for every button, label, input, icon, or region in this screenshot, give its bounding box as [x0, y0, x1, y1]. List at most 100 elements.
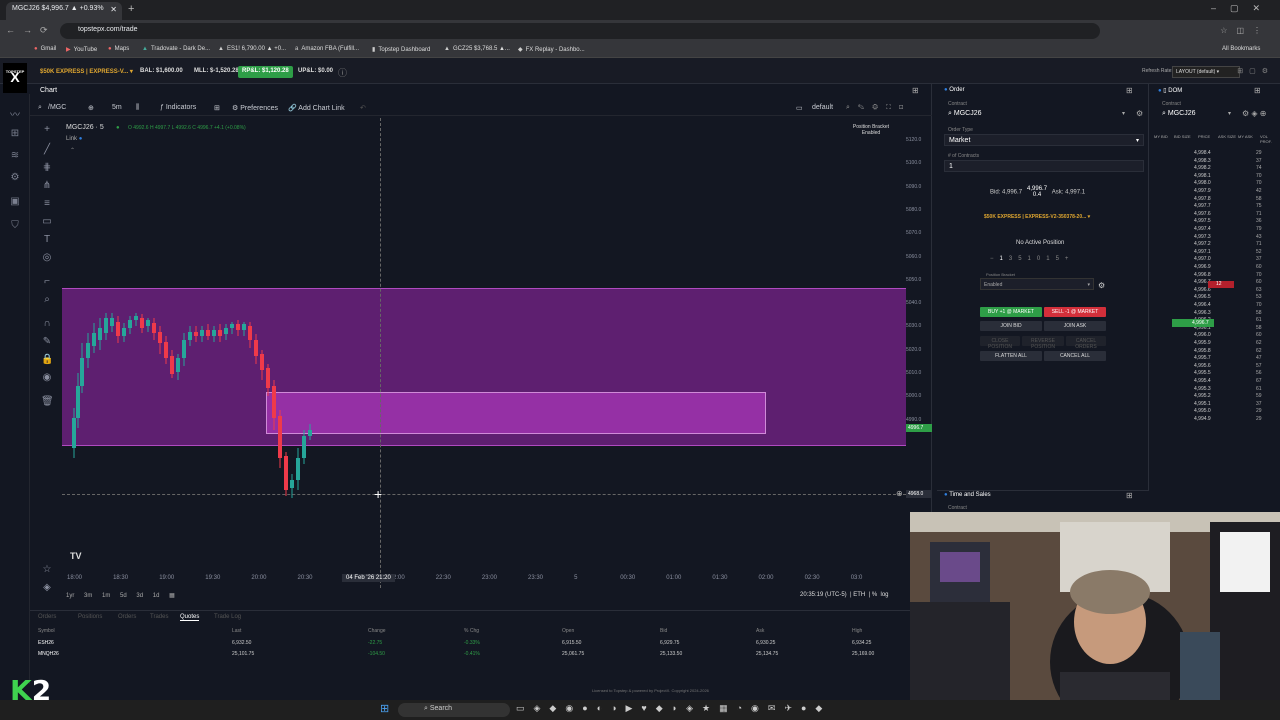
bookmark-item[interactable]: ▶ YouTube [66, 46, 97, 53]
chevron-down-icon[interactable]: ▾ [1122, 110, 1125, 117]
trash-icon[interactable]: 🗑 [41, 396, 54, 407]
join-bid-button[interactable]: JOIN BID [980, 321, 1042, 331]
col-pct-chg[interactable]: % Chg [464, 628, 479, 634]
order-account-select[interactable]: $50K EXPRESS | EXPRESS-V2-350378-20... ▾ [984, 214, 1104, 224]
buy-market-button[interactable]: BUY +1 @ MARKET [980, 307, 1042, 317]
bookmark-item[interactable]: ▲ ES1! 6,790.00 ▲ +0... [218, 46, 286, 52]
col-symbol[interactable]: Symbol [38, 628, 55, 634]
order-type-select[interactable]: Market ▾ [944, 134, 1144, 146]
tab-quotes[interactable]: Quotes [180, 614, 200, 621]
contracts-input[interactable]: 1 [944, 160, 1144, 172]
account-selector[interactable]: $50K EXPRESS | EXPRESS-V... ▾ [36, 66, 137, 78]
dom-row[interactable]: 4,996.261 [1152, 317, 1276, 324]
dom-row[interactable]: 4,996.0 60 [1152, 332, 1276, 339]
candlestick-chart[interactable] [62, 118, 906, 574]
dom-row[interactable]: 4,996.9 60 [1152, 264, 1276, 271]
header-icons[interactable]: ⊞▢⚙ [1237, 67, 1274, 75]
dom-row[interactable]: 4,995.6 57 [1152, 363, 1276, 370]
tf-button[interactable]: 1m [102, 593, 110, 599]
dom-row[interactable]: 4,997.7 75 [1152, 203, 1276, 210]
dom-row[interactable]: 4,994.9 29 [1152, 416, 1276, 423]
cancel-all-button[interactable]: CANCEL ALL [1044, 351, 1106, 361]
nav-buttons[interactable]: ←→⟳ [6, 25, 56, 36]
join-ask-button[interactable]: JOIN ASK [1044, 321, 1106, 331]
pencil-icon[interactable]: ✎ [41, 336, 53, 347]
zoom-icon[interactable]: ⌕ [41, 294, 53, 305]
dom-row[interactable]: 4,995.4 67 [1152, 378, 1276, 385]
expand-icon[interactable]: ⊞ [1126, 86, 1133, 95]
tv-icon[interactable]: ▣ [8, 196, 22, 207]
tab-chart[interactable]: Chart [40, 87, 57, 94]
gear-icon[interactable]: ⚙ [1136, 109, 1143, 118]
quote-cell[interactable]: ESH26 [38, 640, 54, 646]
windows-start-icon[interactable]: ⊞ [380, 702, 389, 715]
cursor-icon[interactable]: + [41, 124, 53, 135]
tab-positions[interactable]: Positions [78, 614, 102, 620]
dom-row[interactable]: 4,997.2 71 [1152, 241, 1276, 248]
expand-icon[interactable]: ⊞ [1126, 491, 1133, 500]
quantity-buttons[interactable]: −1351015+ [990, 256, 1074, 262]
expand-icon[interactable]: ⊞ [1254, 86, 1261, 95]
bookmark-item[interactable]: ▲ GCZ25 $3,768.5 ▲... [444, 46, 510, 52]
bookmark-item[interactable]: ▲ Tradovate - Dark De... [142, 46, 210, 52]
percent-toggle[interactable]: % [872, 592, 877, 598]
tab-trade-log[interactable]: Trade Log [214, 614, 241, 620]
taskbar-search[interactable]: ⌕ Search [398, 703, 510, 717]
close-tab-icon[interactable]: ✕ [110, 5, 117, 14]
indicators-button[interactable]: ƒ Indicators [160, 104, 196, 111]
bookmark-item[interactable]: ◆ FX Replay - Dashbo... [518, 46, 585, 53]
candles-icon[interactable]: ⫼ [136, 104, 139, 112]
reverse-position-button[interactable]: REVERSE POSITION [1022, 336, 1064, 350]
search-icon[interactable]: ⌕ [38, 104, 42, 112]
dom-icons[interactable]: ⚙ ◈ ⊕ [1242, 109, 1266, 118]
dom-row[interactable]: 4,996.8 70 [1152, 272, 1276, 279]
position-bracket-select[interactable]: Enabled ▾ [980, 278, 1094, 290]
rectangle-icon[interactable]: ▭ [41, 216, 53, 227]
dom-row[interactable]: 4,995.2 59 [1152, 393, 1276, 400]
taskbar-app-icons[interactable]: ▭◈◆◉●◐◑▶♥◆◗◈★▦◔◉✉✈●◆ [516, 703, 831, 714]
window-controls[interactable]: –▢✕ [1211, 3, 1274, 14]
col-high[interactable]: High [852, 628, 862, 634]
session-toggle[interactable]: ETH [853, 592, 865, 598]
dom-row[interactable]: 4,995.1 37 [1152, 401, 1276, 408]
col-ask[interactable]: Ask [756, 628, 764, 634]
tf-button[interactable]: 3d [136, 593, 143, 599]
circle-tool-icon[interactable]: ◎ [41, 252, 53, 263]
templates-icon[interactable]: ⊞ [214, 104, 220, 112]
ruler-icon[interactable]: ⌐ [41, 276, 53, 287]
settings-icon[interactable]: ⚙ [8, 172, 22, 183]
fib-icon[interactable]: ≡ [41, 198, 53, 209]
star-icon[interactable]: ☆ [41, 564, 53, 575]
sell-market-button[interactable]: SELL -1 @ MARKET [1044, 307, 1106, 317]
dom-row[interactable]: 4,998.2 74 [1152, 165, 1276, 172]
bookmark-item[interactable]: ● Maps [108, 46, 129, 52]
dom-row[interactable]: 4,997.9 42 [1152, 188, 1276, 195]
undo-icon[interactable]: ↶ [360, 104, 366, 112]
shield-icon[interactable]: ⛉ [8, 220, 22, 231]
dom-row[interactable]: 4,996.4 70 [1152, 302, 1276, 309]
preferences-button[interactable]: ⚙ Preferences [232, 104, 278, 112]
layout-selector[interactable]: LAYOUT (default) ▾ [1172, 66, 1240, 78]
dom-row[interactable]: 4,995.9 62 [1152, 340, 1276, 347]
dom-row[interactable]: 4,997.8 58 [1152, 196, 1276, 203]
browser-tab[interactable]: MGCJ26 $4,996.7 ▲ +0.93% ✕ [6, 2, 122, 20]
gear-icon[interactable]: ⚙ [1098, 281, 1105, 290]
bookmark-item[interactable]: a Amazon FBA (Fulfill... [295, 46, 359, 52]
tf-button[interactable]: 1yr [66, 593, 74, 599]
layout-icon[interactable]: ▭ [796, 104, 803, 112]
lines-icon[interactable]: ≋ [8, 150, 22, 161]
pitchfork-icon[interactable]: ⋔ [41, 180, 53, 191]
add-chart-link-button[interactable]: 🔗 Add Chart Link [288, 104, 345, 112]
dom-row[interactable]: 4,995.0 29 [1152, 408, 1276, 415]
dom-row[interactable]: 4,997.6 71 [1152, 211, 1276, 218]
close-position-button[interactable]: CLOSE POSITION [980, 336, 1020, 350]
symbol-input[interactable]: /MGC [48, 104, 66, 111]
dom-row[interactable]: 4,997.5 36 [1152, 218, 1276, 225]
contract-select[interactable]: ⌕ MGCJ26 [948, 110, 982, 118]
dom-contract-select[interactable]: ⌕ MGCJ26 [1162, 110, 1196, 118]
dom-row[interactable]: 4,995.5 56 [1152, 370, 1276, 377]
tab-orders[interactable]: Orders [38, 614, 56, 620]
all-bookmarks[interactable]: All Bookmarks [1222, 46, 1260, 52]
cancel-orders-button[interactable]: CANCEL ORDERS [1066, 336, 1106, 350]
info-icon[interactable]: ⓘ [338, 66, 347, 79]
